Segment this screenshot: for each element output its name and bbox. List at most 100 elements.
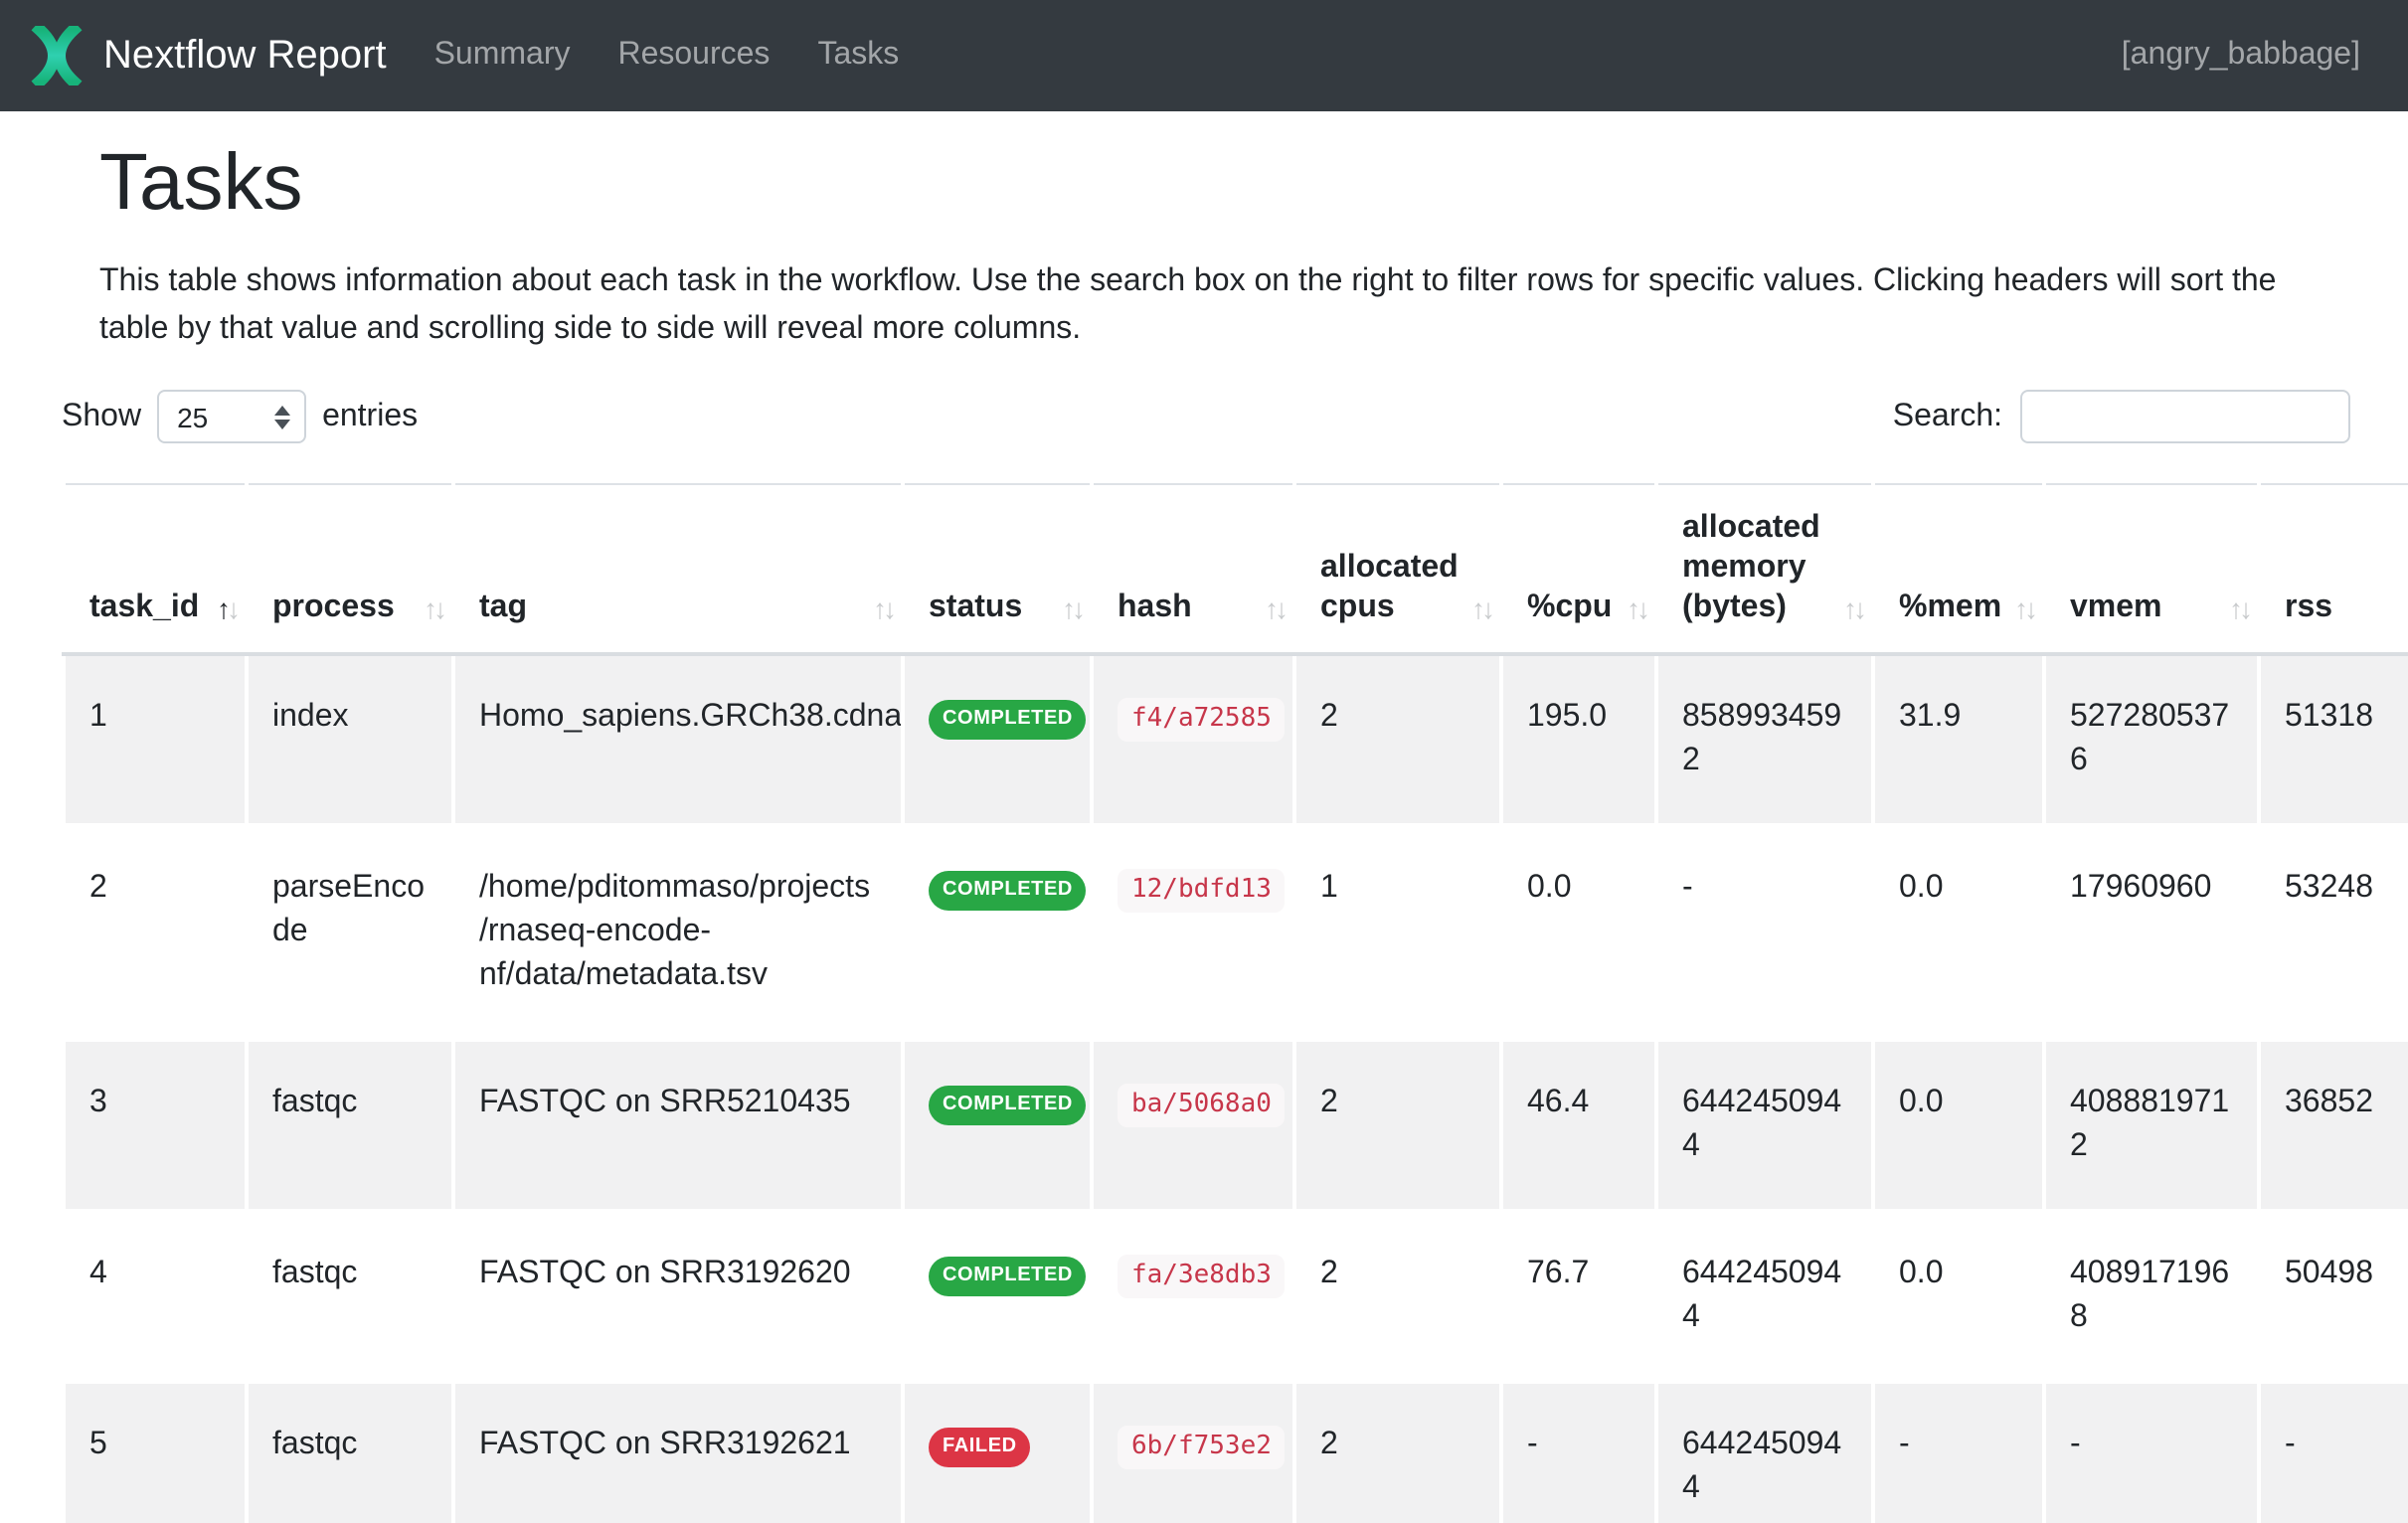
column-header-status[interactable]: status↑↓ <box>903 484 1092 654</box>
select-caret-icon <box>274 405 290 428</box>
cell-hash: 12/bdfd13 <box>1092 825 1294 1040</box>
cell-task_id: 1 <box>64 654 247 825</box>
column-label: %mem <box>1899 591 2001 624</box>
column-label: tag <box>479 591 527 624</box>
cell-allocated_cpus: 2 <box>1294 654 1501 825</box>
cell-allocated_memory_bytes: - <box>1656 825 1873 1040</box>
cell-rss: - <box>2259 1382 2408 1523</box>
cell-tag: FASTQC on SRR3192620 <box>453 1211 903 1382</box>
column-header-task_id[interactable]: task_id↑↓ <box>64 484 247 654</box>
navbar-brand[interactable]: Nextflow Report <box>30 26 387 85</box>
column-label: rss <box>2285 591 2332 624</box>
cell-task_id: 4 <box>64 1211 247 1382</box>
sort-icon: ↑↓ <box>1062 589 1082 628</box>
status-badge: COMPLETED <box>929 1086 1087 1125</box>
task-hash: f4/a72585 <box>1118 698 1286 742</box>
cell-allocated_cpus: 2 <box>1294 1382 1501 1523</box>
cell-tag: FASTQC on SRR3192621 <box>453 1382 903 1523</box>
table-header-row: task_id↑↓process↑↓tag↑↓status↑↓hash↑↓all… <box>64 484 2408 654</box>
column-label: allocated memory (bytes) <box>1682 511 1820 624</box>
table-row: 3fastqcFASTQC on SRR5210435COMPLETEDba/5… <box>64 1040 2408 1211</box>
cell-process: index <box>247 654 453 825</box>
nav-link-summary[interactable]: Summary <box>411 38 595 74</box>
cell-pct_cpu: 195.0 <box>1501 654 1656 825</box>
column-header-pct_mem[interactable]: %mem ↑↓ <box>1873 484 2044 654</box>
cell-vmem: 17960960 <box>2044 825 2259 1040</box>
column-header-vmem[interactable]: vmem↑↓ <box>2044 484 2259 654</box>
table-row: 4fastqcFASTQC on SRR3192620 COMPLETED fa/3… <box>64 1211 2408 1382</box>
cell-rss: 50498 <box>2259 1211 2408 1382</box>
search-control: Search: <box>1893 390 2350 443</box>
column-header-hash[interactable]: hash↑↓ <box>1092 484 1294 654</box>
cell-pct_cpu: - <box>1501 1382 1656 1523</box>
cell-tag: FASTQC on SRR5210435 <box>453 1040 903 1211</box>
cell-status: COMPLETED <box>903 1040 1092 1211</box>
cell-task_id: 3 <box>64 1040 247 1211</box>
nav-link-tasks[interactable]: Tasks <box>793 38 923 74</box>
cell-hash: ba/5068a0 <box>1092 1040 1294 1211</box>
column-header-allocated_cpus[interactable]: allocated cpus ↑↓ <box>1294 484 1501 654</box>
status-badge: COMPLETED <box>929 700 1087 740</box>
cell-pct_mem: 0.0 <box>1873 825 2044 1040</box>
column-label: allocated cpus <box>1320 551 1459 624</box>
nextflow-logo-icon <box>30 26 84 85</box>
cell-process: fastqc <box>247 1211 453 1382</box>
cell-process: fastqc <box>247 1382 453 1523</box>
cell-allocated_memory_bytes: 6442450944 <box>1656 1211 1873 1382</box>
task-hash: 12/bdfd13 <box>1118 869 1286 913</box>
column-header-tag[interactable]: tag ↑↓ <box>453 484 903 654</box>
cell-allocated_cpus: 1 <box>1294 825 1501 1040</box>
cell-vmem: - <box>2044 1382 2259 1523</box>
sort-icon: ↑↓ <box>1471 589 1491 628</box>
status-badge: COMPLETED <box>929 871 1087 911</box>
nav-links: Summary Resources Tasks <box>411 38 924 74</box>
cell-status: FAILED <box>903 1382 1092 1523</box>
search-input[interactable] <box>2020 390 2350 443</box>
cell-vmem: 4088819712 <box>2044 1040 2259 1211</box>
cell-rss: 51318 <box>2259 654 2408 825</box>
cell-allocated_memory_bytes: 8589934592 <box>1656 654 1873 825</box>
cell-status: COMPLETED <box>903 825 1092 1040</box>
page-title: Tasks <box>99 135 2408 231</box>
column-header-pct_cpu[interactable]: %cpu ↑↓ <box>1501 484 1656 654</box>
tasks-table-wrapper[interactable]: task_id↑↓process↑↓tag↑↓status↑↓hash↑↓all… <box>62 483 2408 1523</box>
task-hash: 6b/f753e2 <box>1118 1426 1286 1469</box>
entries-select[interactable]: 25 <box>157 390 306 443</box>
status-badge: COMPLETED <box>929 1257 1087 1296</box>
table-row: 2parseEncode/home/pditommaso/projects/rn… <box>64 825 2408 1040</box>
cell-hash: f4/a72585 <box>1092 654 1294 825</box>
entries-length-control: Show 25 entries <box>62 390 418 443</box>
sort-icon: ↑↓ <box>2014 589 2034 628</box>
sort-icon: ↑↓ <box>217 589 237 628</box>
column-header-rss[interactable]: rss↑↓ <box>2259 484 2408 654</box>
search-label: Search: <box>1893 399 2002 434</box>
cell-pct_mem: 0.0 <box>1873 1040 2044 1211</box>
cell-tag: Homo_sapiens.GRCh38.cdna.all.fa.gz <box>453 654 903 825</box>
cell-pct_mem: 31.9 <box>1873 654 2044 825</box>
sort-icon: ↑↓ <box>1627 589 1646 628</box>
cell-pct_cpu: 46.4 <box>1501 1040 1656 1211</box>
column-label: vmem <box>2070 591 2162 624</box>
cell-task_id: 2 <box>64 825 247 1040</box>
sort-icon: ↑↓ <box>1843 589 1863 628</box>
column-header-allocated_memory_bytes[interactable]: allocated memory (bytes) ↑↓ <box>1656 484 1873 654</box>
nav-link-resources[interactable]: Resources <box>594 38 793 74</box>
column-label: hash <box>1118 591 1192 624</box>
tasks-table: task_id↑↓process↑↓tag↑↓status↑↓hash↑↓all… <box>62 483 2408 1523</box>
sort-icon: ↑↓ <box>873 589 893 628</box>
page-description: This table shows information about each … <box>99 258 2330 354</box>
column-header-process[interactable]: process↑↓ <box>247 484 453 654</box>
nextflow-report-page: Nextflow Report Summary Resources Tasks … <box>0 0 2408 1523</box>
cell-allocated_memory_bytes: 6442450944 <box>1656 1040 1873 1211</box>
entries-select-value: 25 <box>159 401 208 432</box>
cell-task_id: 5 <box>64 1382 247 1523</box>
cell-process: parseEncode <box>247 825 453 1040</box>
column-label: %cpu <box>1527 591 1612 624</box>
navbar: Nextflow Report Summary Resources Tasks … <box>0 0 2408 111</box>
cell-pct_mem: 0.0 <box>1873 1211 2044 1382</box>
cell-allocated_cpus: 2 <box>1294 1040 1501 1211</box>
entries-label: entries <box>322 399 418 434</box>
cell-status: COMPLETED <box>903 1211 1092 1382</box>
cell-pct_cpu: 0.0 <box>1501 825 1656 1040</box>
task-hash: fa/3e8db3 <box>1118 1255 1286 1298</box>
